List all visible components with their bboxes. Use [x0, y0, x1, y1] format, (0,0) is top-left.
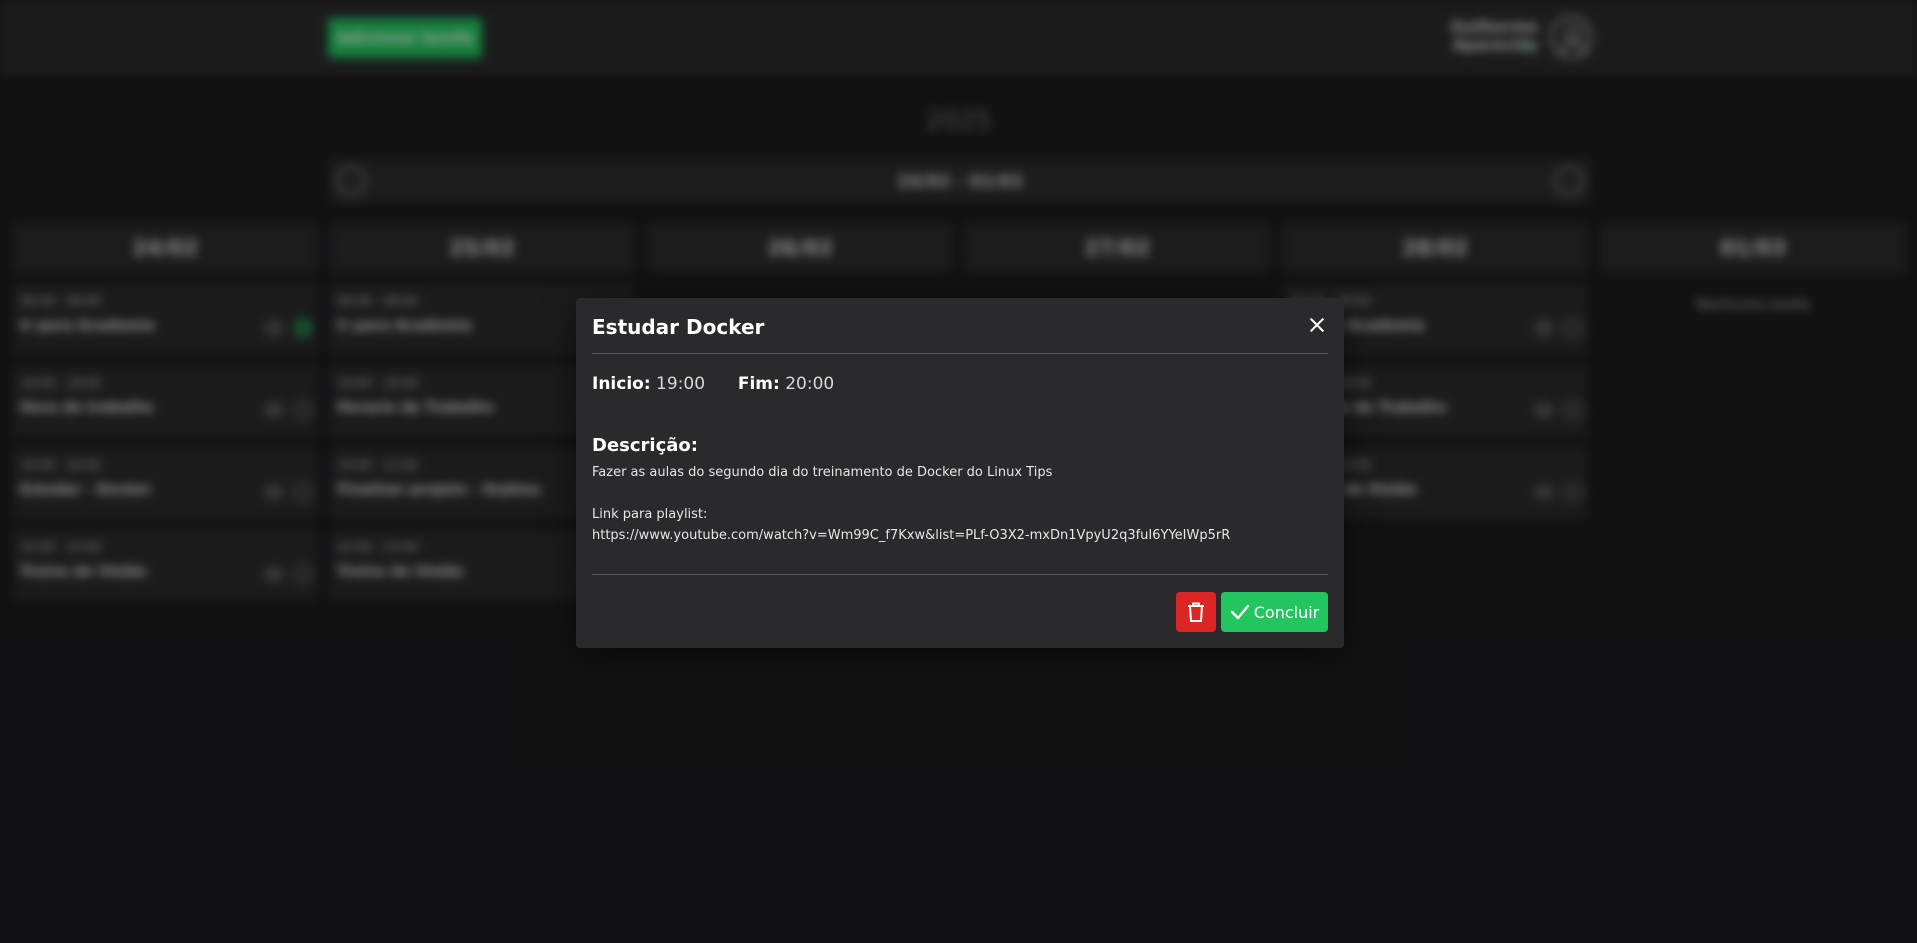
- description-heading: Descrição:: [592, 435, 698, 456]
- task-times: Inicio: 19:00 Fim: 20:00: [592, 374, 1328, 398]
- close-icon[interactable]: [1306, 314, 1328, 336]
- check-icon: [1230, 604, 1249, 620]
- description-text: Fazer as aulas do segundo dia do treinam…: [592, 465, 1231, 543]
- end-time: 20:00: [785, 374, 835, 394]
- task-detail-modal: Estudar Docker Inicio: 19:00 Fim: 20:00 …: [576, 298, 1344, 648]
- end-label: Fim:: [737, 374, 780, 394]
- modal-header: Estudar Docker: [592, 298, 1328, 354]
- start-label: Inicio:: [592, 374, 651, 394]
- complete-label: Concluir: [1253, 602, 1320, 622]
- modal-footer: Concluir: [592, 574, 1328, 648]
- modal-title: Estudar Docker: [592, 315, 765, 339]
- complete-button[interactable]: Concluir: [1221, 592, 1328, 632]
- delete-button[interactable]: [1176, 592, 1216, 632]
- start-time: 19:00: [656, 374, 706, 394]
- trash-icon: [1188, 602, 1204, 622]
